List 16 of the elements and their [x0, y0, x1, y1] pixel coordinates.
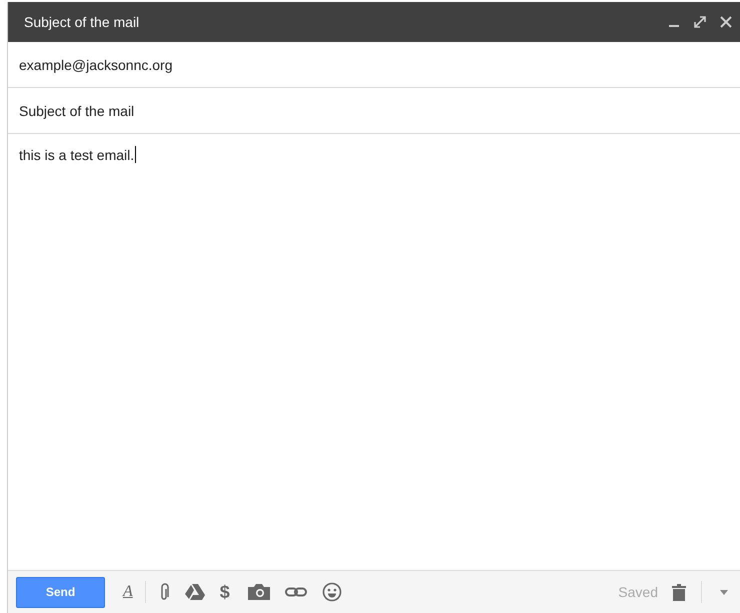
formatting-icon[interactable]: A [123, 583, 133, 601]
subject-field[interactable]: Subject of the mail [8, 88, 740, 134]
message-body[interactable]: this is a test email. [8, 134, 740, 570]
paperclip-icon[interactable] [160, 583, 170, 601]
saved-status: Saved [618, 584, 658, 600]
expand-icon[interactable] [694, 16, 706, 28]
dollar-icon[interactable]: $ [220, 582, 230, 602]
link-icon[interactable] [284, 587, 307, 597]
camera-icon[interactable] [248, 584, 270, 600]
drive-icon[interactable] [184, 584, 205, 600]
close-icon[interactable] [720, 16, 732, 28]
window-title: Subject of the mail [24, 14, 140, 30]
trash-icon[interactable] [672, 584, 686, 600]
emoji-icon[interactable] [322, 582, 342, 602]
recipient-field[interactable]: example@jacksonnc.org [8, 42, 740, 88]
dropdown-icon[interactable] [720, 590, 728, 594]
